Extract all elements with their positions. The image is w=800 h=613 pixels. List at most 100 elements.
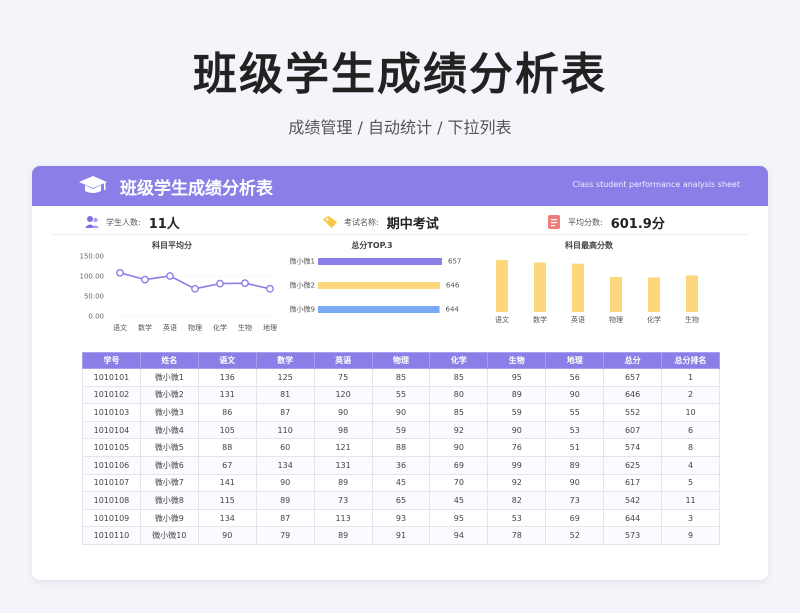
- table-cell: 105: [197, 420, 257, 440]
- column-header: 化学: [429, 352, 489, 369]
- graduation-cap-icon: [78, 174, 108, 202]
- report-icon: [546, 214, 562, 230]
- table-cell: 微小微7: [139, 473, 199, 493]
- table-cell: 90: [197, 526, 257, 545]
- column-header: 数学: [255, 352, 315, 369]
- table-cell: 82: [487, 491, 547, 510]
- divider: [52, 234, 748, 235]
- x-tick-label: 物理: [609, 315, 623, 324]
- table-cell: 4: [661, 455, 720, 475]
- table-cell: 微小微2: [139, 385, 199, 405]
- table-cell: 1010102: [82, 385, 141, 405]
- table-cell: 1010109: [82, 508, 141, 528]
- column-header: 地理: [545, 352, 605, 369]
- table-cell: 75: [313, 368, 373, 387]
- data-point: [241, 279, 249, 288]
- average-score-info: 平均分数: 601.9分: [546, 212, 665, 232]
- table-cell: 617: [603, 473, 663, 493]
- data-point: [166, 272, 174, 280]
- table-cell: 10: [661, 403, 720, 422]
- column-header: 生物: [487, 352, 547, 369]
- table-cell: 94: [429, 526, 489, 545]
- table-row: 1010109 微小微9 134 87 113 93 95 53 69 644 3: [82, 508, 720, 528]
- table-cell: 55: [371, 385, 431, 405]
- table-cell: 52: [545, 526, 605, 545]
- table-cell: 134: [197, 508, 257, 528]
- x-tick-label: 英语: [571, 315, 585, 324]
- chart-title: 总分TOP.3: [351, 241, 393, 250]
- table-cell: 573: [603, 526, 663, 545]
- data-point: [116, 268, 124, 277]
- subject-average-chart: 科目平均分 150.00 100.00 50.00 0.00 语文 数学 英语 物理 化学 生物 地…: [62, 238, 282, 338]
- bar: [318, 258, 442, 265]
- analysis-card: 班级学生成绩分析表 Class student performance anal…: [32, 166, 768, 580]
- y-tick-label: 150.00: [80, 253, 105, 261]
- bar: [534, 262, 546, 312]
- table-cell: 36: [371, 455, 431, 475]
- y-category-label: 微小微1: [290, 257, 315, 266]
- bar: [648, 277, 660, 312]
- exam-name-label: 考试名称:: [344, 217, 379, 227]
- table-cell: 87: [255, 403, 315, 422]
- student-count-value: 11人: [148, 216, 180, 232]
- bar: [572, 263, 584, 312]
- table-cell: 90: [429, 438, 489, 457]
- table-cell: 3: [661, 508, 720, 528]
- y-tick-label: 50.00: [84, 293, 104, 301]
- table-cell: 92: [429, 420, 489, 440]
- vbar-chart-svg: 语文数学英语物理化学生物地理: [495, 260, 737, 324]
- table-cell: 89: [487, 385, 547, 405]
- table-cell: 微小微4: [139, 420, 199, 440]
- column-header: 姓名: [139, 352, 199, 369]
- data-point: [141, 275, 149, 284]
- table-cell: 6: [661, 420, 720, 440]
- x-tick-label: 数学: [533, 315, 547, 324]
- table-cell: 646: [603, 385, 663, 405]
- table-row: 1010101 微小微1 136 125 75 85 85 95 56 657 1: [82, 368, 720, 387]
- table-cell: 98: [313, 420, 373, 440]
- table-cell: 59: [487, 403, 547, 422]
- table-cell: 9: [661, 526, 720, 545]
- table-cell: 113: [313, 508, 373, 528]
- table-cell: 53: [487, 508, 547, 528]
- average-score-value: 601.9分: [610, 216, 665, 232]
- table-cell: 1010110: [82, 526, 141, 545]
- table-cell: 69: [429, 455, 489, 475]
- table-cell: 93: [371, 508, 431, 528]
- data-label: 646: [446, 282, 460, 290]
- table-cell: 微小微5: [139, 438, 199, 457]
- table-cell: 11: [661, 491, 720, 510]
- table-cell: 90: [545, 473, 605, 493]
- tag-icon: [322, 214, 338, 230]
- exam-name-info: 考试名称: 期中考试: [322, 212, 439, 232]
- table-cell: 136: [197, 368, 257, 387]
- table-row: 1010107 微小微7 141 90 89 45 70 92 90 617 5: [82, 473, 720, 493]
- y-category-label: 微小微2: [290, 281, 315, 290]
- table-cell: 45: [371, 473, 431, 493]
- table-cell: 131: [313, 455, 373, 475]
- table-cell: 60: [255, 438, 315, 457]
- table-cell: 89: [255, 491, 315, 510]
- data-point: [216, 279, 224, 288]
- chart-title: 科目平均分: [152, 241, 192, 250]
- table-cell: 1010104: [82, 420, 141, 440]
- table-header-row: 学号 姓名 语文 数学 英语 物理 化学 生物 地理 总分 总分排名: [82, 352, 720, 369]
- table-cell: 85: [429, 368, 489, 387]
- table-cell: 95: [487, 368, 547, 387]
- student-count-label: 学生人数:: [106, 217, 141, 227]
- table-cell: 131: [197, 385, 257, 405]
- page-title: 班级学生成绩分析表: [193, 49, 607, 100]
- table-cell: 89: [313, 526, 373, 545]
- table-cell: 65: [371, 491, 431, 510]
- table-cell: 99: [487, 455, 547, 475]
- column-header: 总分排名: [661, 352, 720, 369]
- table-cell: 542: [603, 491, 663, 510]
- column-header: 学号: [82, 352, 141, 369]
- table-cell: 微小微8: [139, 491, 199, 510]
- table-cell: 607: [603, 420, 663, 440]
- table-cell: 125: [255, 368, 315, 387]
- average-score-label: 平均分数:: [568, 217, 603, 227]
- table-cell: 73: [313, 491, 373, 510]
- table-cell: 88: [371, 438, 431, 457]
- table-cell: 91: [371, 526, 431, 545]
